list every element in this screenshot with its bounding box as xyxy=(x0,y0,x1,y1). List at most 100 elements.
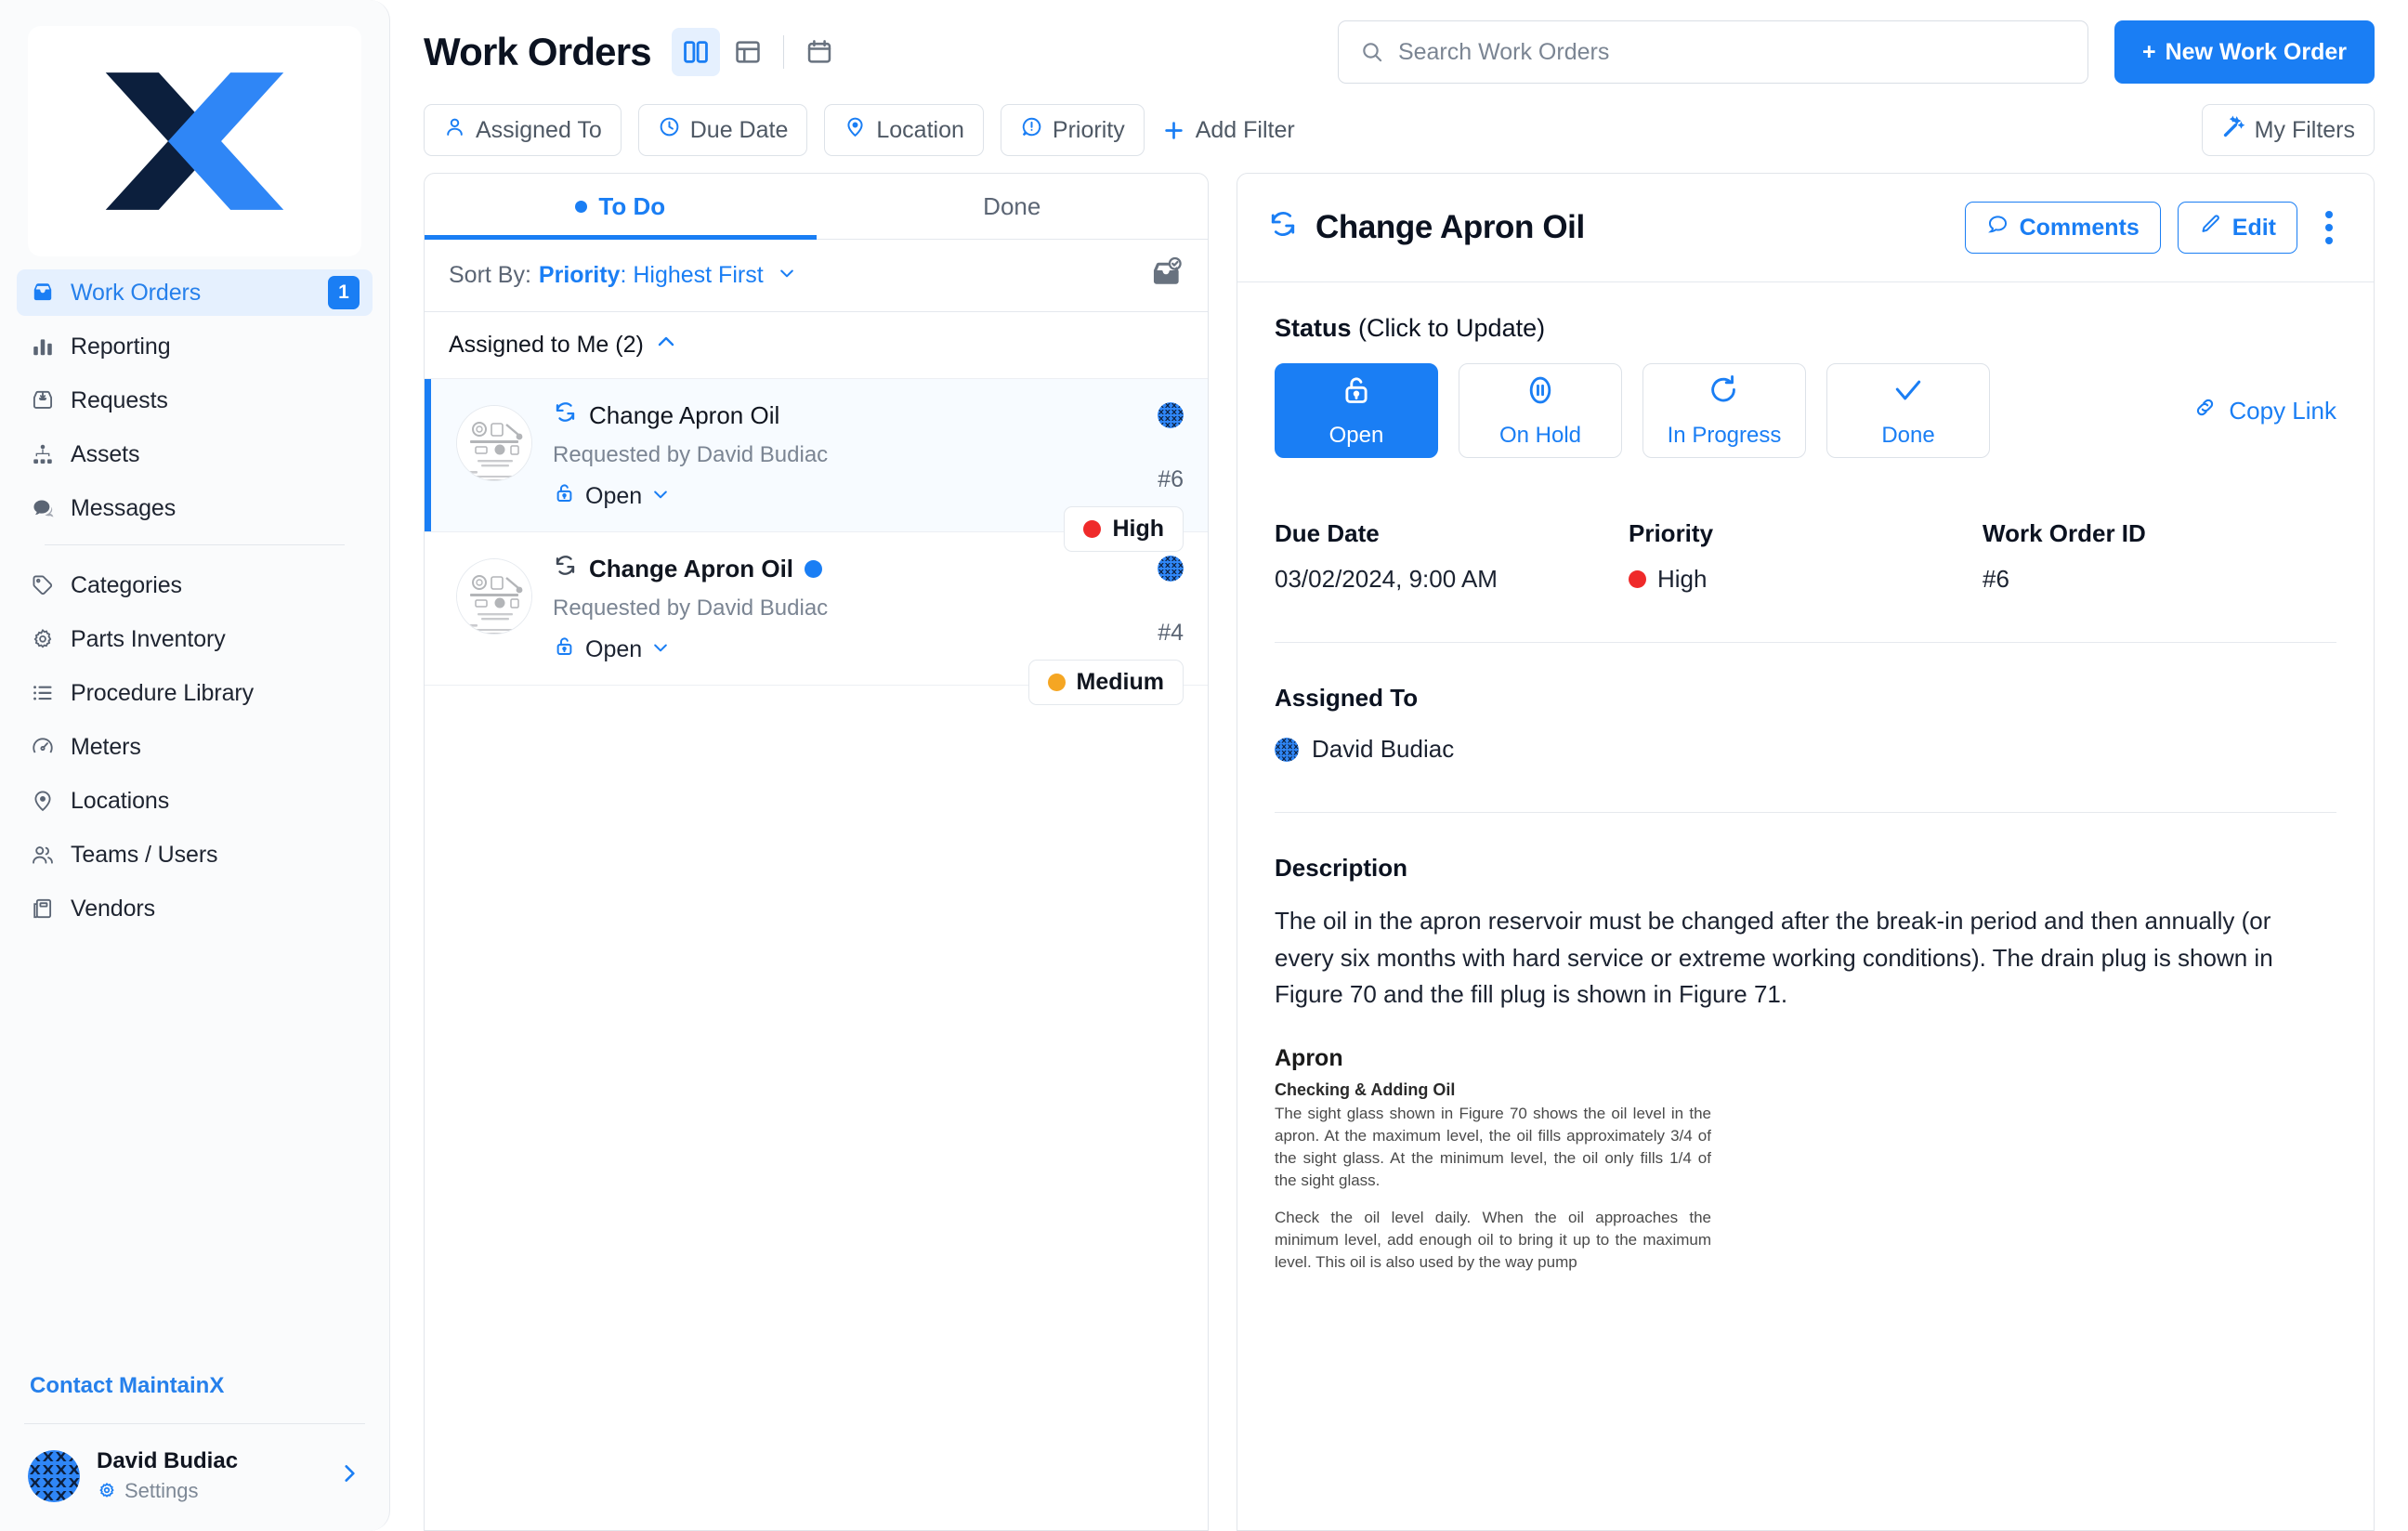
profile-name: David Budiac xyxy=(97,1448,239,1473)
sidebar-item-meters[interactable]: Meters xyxy=(17,724,373,770)
top-bar: Work Orders + xyxy=(390,0,2408,95)
avatar xyxy=(1158,556,1184,582)
building-icon xyxy=(30,896,58,921)
edit-button[interactable]: Edit xyxy=(2177,202,2297,254)
tab-done[interactable]: Done xyxy=(817,174,1209,239)
sidebar-item-locations[interactable]: Locations xyxy=(17,778,373,824)
sidebar-item-teams-users[interactable]: Teams / Users xyxy=(17,831,373,878)
plus-icon xyxy=(1164,121,1183,139)
contact-maintainx-link[interactable]: Contact MaintainX xyxy=(0,1373,389,1423)
inbox-icon xyxy=(30,281,58,305)
filter-chip-label: Due Date xyxy=(689,116,789,143)
meta-value: #6 xyxy=(1983,565,2009,593)
sidebar-item-vendors[interactable]: Vendors xyxy=(17,885,373,932)
work-order-title-row: Change Apron Oil xyxy=(553,399,1184,431)
new-work-order-button[interactable]: + New Work Order xyxy=(2114,20,2375,84)
status-button-label: Done xyxy=(1881,423,1935,448)
meta-work-order-id: Work Order ID #6 xyxy=(1983,519,2336,594)
plus-icon: + xyxy=(2141,38,2156,65)
sidebar-item-label: Requests xyxy=(71,386,168,413)
attachment-subtitle: Checking & Adding Oil xyxy=(1275,1080,1456,1099)
map-pin-icon xyxy=(30,789,58,813)
copy-link-button[interactable]: Copy Link xyxy=(2192,395,2336,426)
table-row[interactable]: Change Apron Oil Requested by David Budi… xyxy=(425,532,1208,705)
sidebar-item-label: Reporting xyxy=(71,333,171,360)
map-pin-icon xyxy=(844,115,867,145)
sidebar-item-reporting[interactable]: Reporting xyxy=(17,323,373,370)
tab-to-do[interactable]: To Do xyxy=(425,174,817,240)
main-area: Work Orders + xyxy=(390,0,2408,1531)
work-order-id: #6 xyxy=(1158,466,1184,492)
filter-chip-priority[interactable]: Priority xyxy=(1000,104,1145,156)
page-title: Work Orders xyxy=(424,30,652,73)
my-filters-button[interactable]: My Filters xyxy=(2201,104,2375,156)
comments-button[interactable]: Comments xyxy=(1964,202,2161,254)
sort-direction: : Highest First xyxy=(620,262,764,288)
filter-chip-due-date[interactable]: Due Date xyxy=(637,104,808,156)
filter-chip-label: Priority xyxy=(1052,116,1125,143)
chevron-down-icon xyxy=(651,483,670,510)
user-profile[interactable]: David Budiac Settings xyxy=(0,1424,389,1531)
more-options-icon[interactable] xyxy=(2314,203,2344,252)
unlock-icon xyxy=(553,481,576,511)
link-icon xyxy=(2192,395,2218,426)
status-button-in-progress[interactable]: In Progress xyxy=(1642,363,1806,458)
check-icon xyxy=(1891,373,1926,414)
detail-body: Status (Click to Update) Open On Hold In… xyxy=(1237,282,2374,1530)
alert-circle-icon xyxy=(1020,115,1043,145)
sidebar-item-label: Locations xyxy=(71,787,170,814)
gauge-icon xyxy=(30,735,58,759)
detail-divider xyxy=(1275,812,2336,813)
attachment-document-preview[interactable]: Apron Checking & Adding Oil The sight gl… xyxy=(1275,1044,1711,1275)
status-button-done[interactable]: Done xyxy=(1826,363,1990,458)
tab-dot-icon xyxy=(575,200,588,213)
filter-chip-assigned-to[interactable]: Assigned To xyxy=(424,104,622,156)
split-view-icon[interactable] xyxy=(671,28,720,76)
tab-label: To Do xyxy=(598,191,666,220)
status-button-on-hold[interactable]: On Hold xyxy=(1459,363,1622,458)
work-orders-badge: 1 xyxy=(328,276,360,309)
work-order-thumbnail xyxy=(456,405,532,481)
status-button-label: In Progress xyxy=(1667,423,1782,448)
filter-chip-location[interactable]: Location xyxy=(824,104,984,156)
sidebar-item-categories[interactable]: Categories xyxy=(17,562,373,608)
clock-icon xyxy=(658,115,681,145)
sort-by-dropdown[interactable]: Priority: Highest First xyxy=(539,262,796,289)
sidebar-item-requests[interactable]: Requests xyxy=(17,377,373,424)
chevron-right-icon[interactable] xyxy=(337,1461,361,1490)
add-filter-button[interactable]: Add Filter xyxy=(1161,117,1295,144)
sidebar-item-parts-inventory[interactable]: Parts Inventory xyxy=(17,616,373,662)
my-filters-label: My Filters xyxy=(2254,116,2355,143)
sidebar-item-assets[interactable]: Assets xyxy=(17,431,373,478)
person-icon xyxy=(443,115,466,145)
profile-settings[interactable]: Settings xyxy=(97,1479,238,1503)
add-filter-label: Add Filter xyxy=(1195,116,1295,143)
assigned-to-heading: Assigned To xyxy=(1275,684,1419,712)
sidebar-item-messages[interactable]: Messages xyxy=(17,485,373,531)
table-view-icon[interactable] xyxy=(724,28,772,76)
calendar-view-icon[interactable] xyxy=(795,28,844,76)
work-order-title-text: Change Apron Oil xyxy=(589,554,794,582)
sidebar-item-work-orders[interactable]: Work Orders 1 xyxy=(17,269,373,316)
sidebar-item-label: Procedure Library xyxy=(71,679,255,706)
status-button-label: On Hold xyxy=(1498,423,1582,448)
search-input[interactable] xyxy=(1337,20,2088,84)
sidebar-item-label: Work Orders xyxy=(71,279,202,306)
detail-title: Change Apron Oil xyxy=(1267,208,1585,248)
meta-value: 03/02/2024, 9:00 AM xyxy=(1275,565,1498,593)
sidebar-item-label: Meters xyxy=(71,733,141,760)
sidebar-primary-nav: Work Orders 1 Reporting Requests Assets … xyxy=(0,269,389,939)
detail-header: Change Apron Oil Comments Edit xyxy=(1237,174,2374,282)
gear-icon xyxy=(30,627,58,651)
work-order-status-dropdown[interactable]: Open xyxy=(553,481,670,511)
inbox-check-icon[interactable] xyxy=(1148,256,1184,294)
group-header-assigned-to-me[interactable]: Assigned to Me (2) xyxy=(425,312,1208,379)
recurring-icon xyxy=(553,553,578,584)
sidebar-item-procedure-library[interactable]: Procedure Library xyxy=(17,670,373,716)
status-button-open[interactable]: Open xyxy=(1275,363,1438,458)
table-row[interactable]: Change Apron Oil Requested by David Budi… xyxy=(425,379,1208,552)
detail-actions: Comments Edit xyxy=(1964,202,2344,254)
work-order-status-dropdown[interactable]: Open xyxy=(553,635,670,664)
meta-due-date: Due Date 03/02/2024, 9:00 AM xyxy=(1275,519,1629,594)
view-toggle-divider xyxy=(782,35,784,69)
